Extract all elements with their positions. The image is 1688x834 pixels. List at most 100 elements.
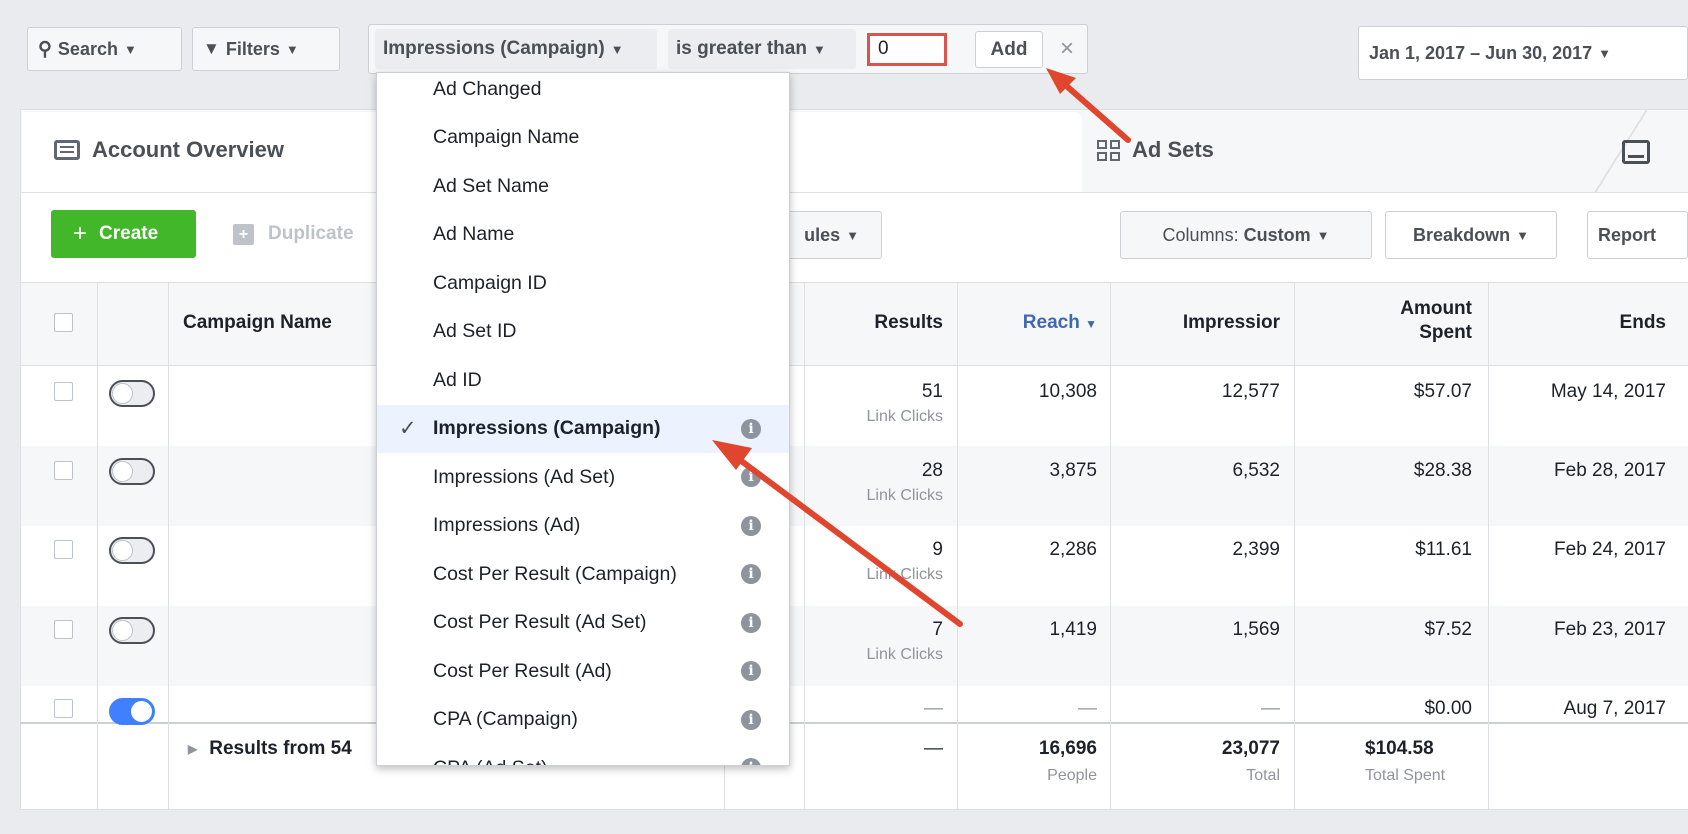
total-impressions-unit: Total [1246,767,1280,784]
create-button[interactable]: + Create [51,210,196,258]
info-icon[interactable]: i [741,418,761,439]
chevron-down-icon: ▼ [1516,227,1529,243]
row-toggle-active[interactable] [109,698,155,725]
filter-operator-select[interactable]: is greater than ▼ [668,29,856,69]
row-checkbox[interactable] [54,620,73,639]
dropdown-option[interactable]: Ad Set Name [377,162,789,210]
header-reach[interactable]: Reach ▼ [957,311,1097,336]
header-ends[interactable]: Ends [1488,311,1666,335]
header-campaign-name[interactable]: Campaign Name [183,311,332,335]
dropdown-option-label: Cost Per Result (Ad Set) [433,611,647,633]
tab-ad-sets[interactable]: Ad Sets [1097,124,1214,176]
row-impressions: — [1261,698,1280,719]
header-impressions[interactable]: Impressior [1110,311,1280,335]
reports-button[interactable]: Report [1587,211,1688,259]
search-button[interactable]: ⚲ Search ▼ [27,27,182,71]
row-ends: Feb 28, 2017 [1554,460,1666,481]
dropdown-option[interactable]: Ad Changed [377,73,789,113]
total-amount-spent-unit: Total Spent [1365,767,1446,784]
row-checkbox[interactable] [54,461,73,480]
dropdown-option-label: Ad Name [433,223,515,245]
dropdown-option[interactable]: Impressions (Ad Set) i [377,453,789,501]
info-icon[interactable]: i [741,709,761,730]
header-results[interactable]: Results [804,311,943,335]
row-toggle[interactable] [109,617,155,644]
row-checkbox[interactable] [54,540,73,559]
total-reach-unit: People [1047,767,1097,784]
overview-icon [54,140,80,160]
row-toggle[interactable] [109,458,155,485]
filter-add-button[interactable]: Add [975,31,1043,68]
info-icon[interactable]: i [741,661,761,681]
row-reach: — [1078,698,1097,719]
dropdown-option[interactable]: Campaign ID [377,259,789,307]
filter-field-label: Impressions (Campaign) [383,38,605,59]
dropdown-option-label: Impressions (Campaign) [433,417,661,439]
dropdown-option-label: Campaign ID [433,271,547,294]
chevron-down-icon: ▼ [1316,227,1330,243]
sort-down-icon: ▼ [1085,317,1097,331]
dropdown-option-label: Ad Changed [433,77,542,100]
dropdown-option-label: Ad ID [433,368,482,391]
table-row-bg [21,446,1688,526]
dropdown-option[interactable]: Ad Name [377,211,789,259]
info-icon[interactable]: i [741,758,761,765]
date-range-label: Jan 1, 2017 – Jun 30, 2017 [1369,42,1593,63]
total-reach: 16,696 [1038,738,1097,759]
columns-button[interactable]: Columns: Custom ▼ [1120,211,1372,259]
select-all-checkbox[interactable] [54,313,73,332]
reports-label: Report [1598,224,1656,245]
info-icon[interactable]: i [741,515,761,536]
tab-account-overview-label: Account Overview [92,137,284,162]
close-icon[interactable]: × [1055,33,1079,65]
row-checkbox[interactable] [54,382,73,401]
add-label: Add [990,38,1028,60]
filter-field-select[interactable]: Impressions (Campaign) ▼ [375,29,657,69]
dropdown-option[interactable]: Impressions (Ad) i [377,502,789,550]
ads-tab-icon[interactable] [1622,140,1650,164]
dropdown-option[interactable]: Ad ID [377,356,789,404]
info-icon[interactable]: i [741,467,761,487]
tab-account-overview[interactable]: Account Overview [54,124,284,176]
col-divider [97,282,98,809]
dropdown-option-label: Ad Set Name [433,174,549,197]
filters-label: Filters [225,38,280,59]
row-results-type: Link Clicks [866,566,943,583]
dropdown-option[interactable]: CPA (Ad Set) i [377,744,789,765]
chevron-down-icon: ▼ [285,41,299,57]
breakdown-button[interactable]: Breakdown ▼ [1385,211,1557,259]
duplicate-button[interactable]: + Duplicate [213,210,388,258]
row-impressions: 6,532 [1232,460,1280,481]
row-toggle[interactable] [109,380,155,407]
row-toggle[interactable] [109,537,155,564]
row-amount-spent: $0.00 [1424,698,1472,719]
filter-operator-label: is greater than [676,38,807,59]
caret-right-icon: ▶ [188,742,198,756]
row-checkbox[interactable] [54,699,73,718]
dropdown-option[interactable]: Ad Set ID [377,308,789,356]
search-icon: ⚲ [38,38,52,60]
dropdown-option[interactable]: Cost Per Result (Ad Set) i [377,599,789,647]
dropdown-option[interactable]: Cost Per Result (Ad) i [377,647,789,695]
row-ends: May 14, 2017 [1550,381,1666,402]
dropdown-option[interactable]: Campaign Name [377,114,789,162]
filter-field-dropdown[interactable]: Ad Changed Campaign Name Ad Set Name Ad Nam… [376,72,790,766]
row-amount-spent: $11.61 [1415,539,1472,560]
filter-value-input[interactable]: 0 [867,33,947,66]
info-icon[interactable]: i [741,564,761,584]
table-border [20,809,1688,810]
filters-button[interactable]: ▼ Filters ▼ [192,27,340,71]
plus-icon: + [73,220,88,247]
col-divider [168,282,169,809]
date-range-picker[interactable]: Jan 1, 2017 – Jun 30, 2017 ▼ [1358,26,1688,80]
dropdown-option[interactable]: CPA (Campaign) i [377,696,789,744]
info-icon[interactable]: i [741,612,761,633]
header-amount-spent[interactable]: Amount Spent [1294,297,1472,345]
table-border [20,722,1688,724]
row-amount-spent: $57.07 [1413,381,1472,402]
rules-label: ules [804,224,841,245]
dropdown-option[interactable]: Cost Per Result (Campaign) i [377,550,789,598]
dropdown-option[interactable]: ✓ Impressions (Campaign) i [377,404,789,453]
results-summary-toggle[interactable]: ▶ Results from 54 [188,738,352,760]
total-impressions: 23,077 [1221,738,1280,759]
